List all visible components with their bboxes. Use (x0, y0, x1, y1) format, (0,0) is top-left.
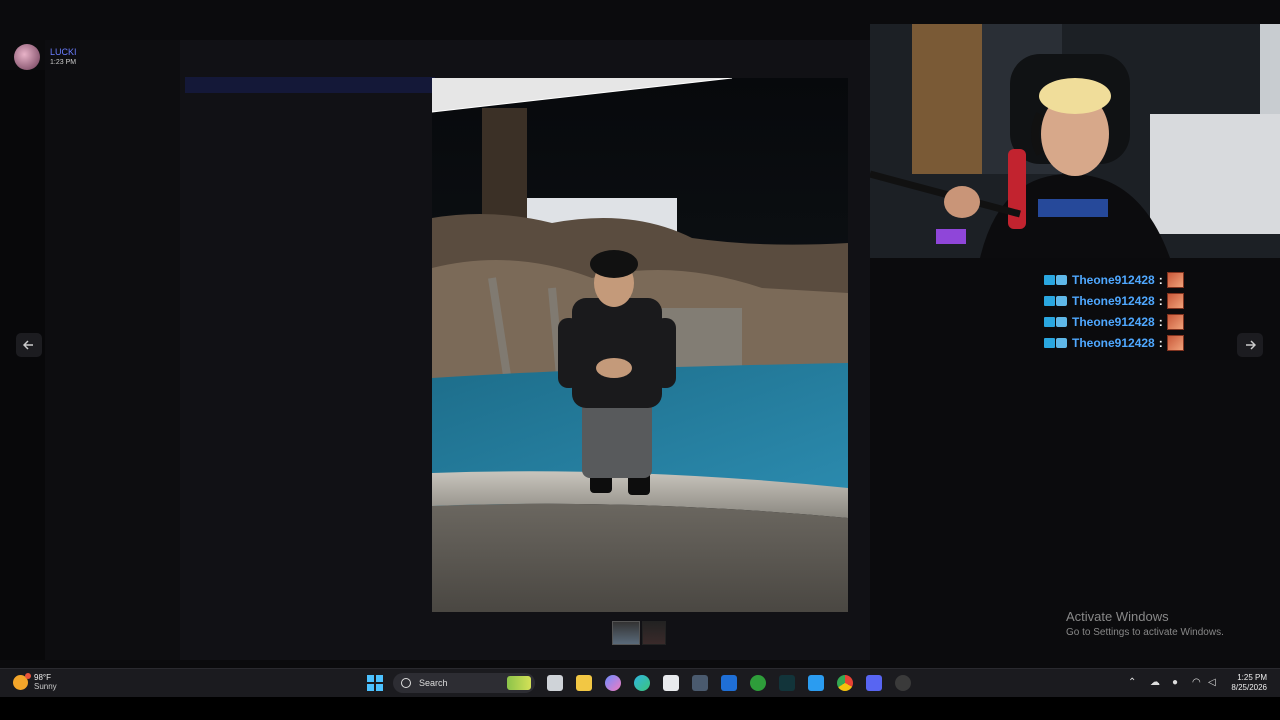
copilot-icon[interactable] (605, 675, 621, 691)
clock-date: 8/25/2026 (1231, 683, 1267, 692)
weather-temp: 98°F (34, 673, 51, 682)
letterbox-bar (0, 697, 1280, 720)
webcam-overlay (870, 24, 1280, 258)
chat-message: Theone912428 : (1044, 290, 1184, 311)
taskbar-search[interactable]: Search (393, 673, 535, 693)
watermark-title: Activate Windows (1066, 609, 1169, 624)
capcut-icon[interactable] (779, 675, 795, 691)
edge-icon[interactable] (634, 675, 650, 691)
search-label: Search (419, 678, 448, 688)
webcam-illustration (870, 24, 1280, 258)
chat-username: Theone912428 (1072, 314, 1155, 329)
thumbnail-2[interactable] (642, 621, 666, 645)
post-time: 1:23 PM (50, 58, 77, 66)
next-image-button[interactable] (1237, 333, 1263, 357)
store-icon[interactable] (663, 675, 679, 691)
viewed-image[interactable] (432, 78, 848, 612)
tray-chevron-icon[interactable]: ⌃ (1128, 677, 1136, 688)
prime-badge-icon (1044, 295, 1055, 306)
info-banner (185, 77, 435, 93)
previous-image-button[interactable] (16, 333, 42, 357)
chat-separator: : (1158, 293, 1163, 308)
activate-windows-watermark: Activate Windows Go to Settings to activ… (1066, 609, 1224, 638)
chat-username: Theone912428 (1072, 293, 1155, 308)
sub-badge-icon (1056, 337, 1067, 348)
xbox-icon[interactable] (750, 675, 766, 691)
chat-separator: : (1158, 335, 1163, 350)
chat-message: Theone912428 : (1044, 311, 1184, 332)
discord-icon[interactable] (866, 675, 882, 691)
chat-username: Theone912428 (1072, 335, 1155, 350)
prime-badge-icon (1044, 337, 1055, 348)
prime-badge-icon (1044, 274, 1055, 285)
editor-icon[interactable] (721, 675, 737, 691)
chat-separator: : (1158, 314, 1163, 329)
chrome-icon[interactable] (837, 675, 853, 691)
taskbar: 98°F Sunny Search ⌃ ☁ ● ◠ ◁ 1:25 PM 8/25… (0, 668, 1280, 697)
search-icon (401, 678, 411, 688)
sub-badge-icon (1056, 316, 1067, 327)
arrow-right-icon (1246, 340, 1257, 350)
obs-icon[interactable] (895, 675, 911, 691)
channel-list (45, 40, 180, 660)
server-rail (0, 70, 45, 660)
search-highlight-icon (507, 676, 531, 690)
image-viewer-header: LUCKI 1:23 PM (14, 44, 77, 70)
system-clock[interactable]: 1:25 PM 8/25/2026 (1222, 673, 1267, 693)
start-button[interactable] (367, 675, 383, 691)
sub-badge-icon (1056, 295, 1067, 306)
author-name[interactable]: LUCKI (50, 47, 77, 58)
chat-separator: : (1158, 272, 1163, 287)
wifi-icon[interactable]: ◠ (1192, 677, 1201, 688)
weather-sun-icon (13, 672, 31, 690)
prime-badge-icon (1044, 316, 1055, 327)
emote-icon (1166, 271, 1184, 288)
emote-icon (1166, 313, 1184, 330)
weather-widget[interactable]: 98°F Sunny (13, 672, 57, 691)
task-view-icon[interactable] (547, 675, 563, 691)
app-f-icon[interactable] (808, 675, 824, 691)
avatar[interactable] (14, 44, 40, 70)
weather-desc: Sunny (34, 682, 57, 691)
chat-username: Theone912428 (1072, 272, 1155, 287)
arrow-left-icon (22, 340, 33, 350)
chat-message: Theone912428 : (1044, 269, 1184, 290)
watermark-subtitle: Go to Settings to activate Windows. (1066, 627, 1224, 638)
sub-badge-icon (1056, 274, 1067, 285)
stream-chat: Theone912428 : Theone912428 : Theone9124… (1044, 269, 1184, 353)
file-explorer-icon[interactable] (576, 675, 592, 691)
clock-time: 1:25 PM (1237, 673, 1267, 682)
windows-logo-icon (367, 675, 374, 682)
emote-icon (1166, 334, 1184, 351)
chat-message: Theone912428 : (1044, 332, 1184, 353)
photo-illustration (432, 78, 848, 612)
emote-icon (1166, 292, 1184, 309)
thumbnail-1[interactable] (612, 621, 640, 645)
microphone-icon[interactable]: ● (1172, 677, 1178, 688)
onedrive-icon[interactable]: ☁ (1150, 677, 1160, 688)
volume-icon[interactable]: ◁ (1208, 677, 1216, 688)
app-cube-icon[interactable] (692, 675, 708, 691)
thumbnail-strip (612, 621, 666, 645)
